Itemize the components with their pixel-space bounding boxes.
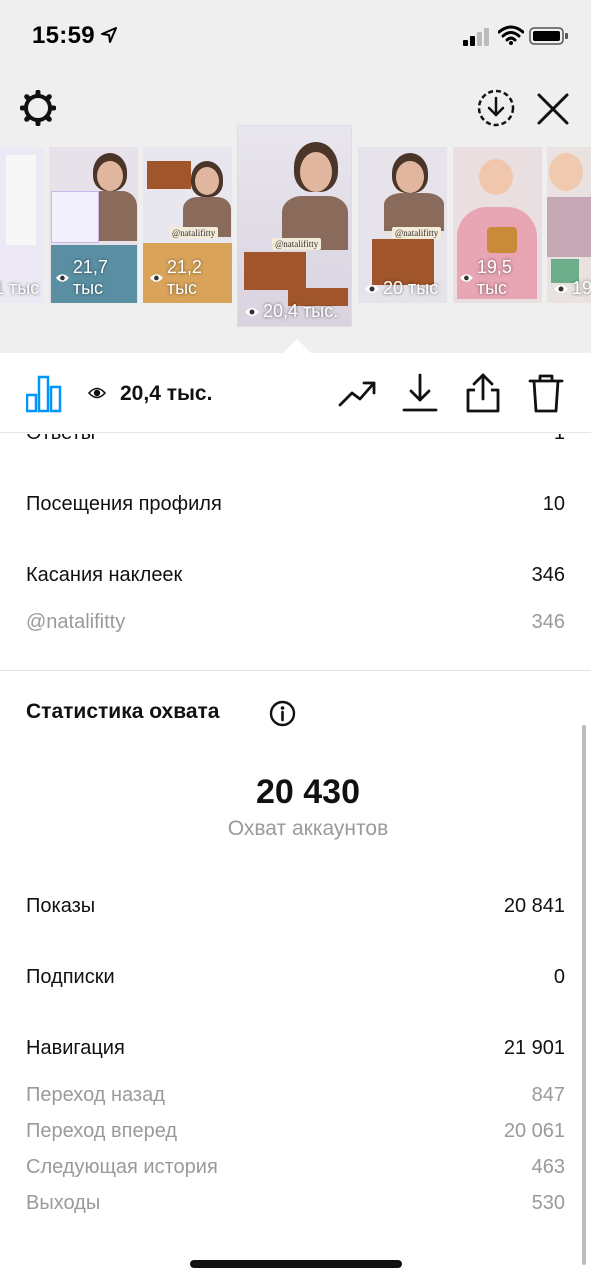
wifi-icon bbox=[498, 25, 524, 45]
next-story-label: Следующая история bbox=[26, 1156, 218, 1178]
home-indicator[interactable] bbox=[190, 1260, 402, 1268]
impressions-value: 20 841 bbox=[503, 895, 565, 917]
download-icon[interactable] bbox=[402, 373, 438, 413]
profile-visits-label: Посещения профиля bbox=[26, 493, 222, 515]
trend-icon[interactable] bbox=[338, 375, 378, 411]
story-thumbnail[interactable]: @natalifitty 21,2 тыс bbox=[143, 147, 232, 303]
info-icon[interactable] bbox=[269, 700, 296, 727]
status-time: 15:59 bbox=[32, 22, 95, 49]
impressions-label: Показы bbox=[26, 895, 96, 917]
story-thumbnail[interactable]: @natalifitty 20 тыс bbox=[358, 147, 447, 303]
accounts-reached-value: 20 430 bbox=[256, 773, 360, 811]
story-thumbnail[interactable]: 19,5 тыс bbox=[453, 147, 542, 303]
next-story-value: 463 bbox=[531, 1156, 565, 1178]
next-story-row: Следующая история 463 bbox=[26, 1156, 565, 1179]
mention-sticker: @natalifitty bbox=[272, 238, 322, 250]
scrollbar[interactable] bbox=[582, 725, 586, 1265]
sticker-taps-label: Касания наклеек bbox=[26, 564, 183, 586]
section-divider bbox=[0, 670, 591, 671]
mention-label: @natalifitty bbox=[26, 611, 126, 633]
sticker-taps-row: Касания наклеек 346 bbox=[26, 564, 565, 587]
replies-label: Ответы bbox=[26, 434, 95, 445]
story-views-label: 20 тыс bbox=[383, 278, 439, 298]
eye-icon bbox=[365, 284, 379, 293]
exits-row: Выходы 530 bbox=[26, 1192, 565, 1215]
download-circle-icon[interactable] bbox=[476, 88, 516, 128]
cellular-signal-icon bbox=[463, 28, 489, 46]
follows-value: 0 bbox=[553, 966, 565, 988]
battery-icon bbox=[529, 27, 568, 45]
trash-icon[interactable] bbox=[528, 373, 564, 413]
story-views-label: 19 bbox=[572, 278, 591, 298]
follows-label: Подписки bbox=[26, 966, 115, 988]
forward-label: Переход вперед bbox=[26, 1120, 178, 1142]
mention-sticker: @natalifitty bbox=[169, 227, 219, 239]
reach-section-title: Статистика охвата bbox=[26, 700, 220, 723]
story-views-label: 21,7 тыс bbox=[72, 257, 108, 298]
story-views-label: 19,5 тыс bbox=[476, 257, 512, 298]
navigation-label: Навигация bbox=[26, 1037, 125, 1059]
location-arrow-icon bbox=[101, 27, 117, 43]
story-views: 21,7 тыс bbox=[55, 257, 138, 299]
story-views: 19 bbox=[553, 278, 591, 299]
status-bar: 15:59 bbox=[0, 0, 591, 72]
forward-value: 20 061 bbox=[503, 1120, 565, 1142]
forward-row: Переход вперед 20 061 bbox=[26, 1120, 565, 1143]
story-views: 19,5 тыс bbox=[459, 257, 542, 299]
share-icon[interactable] bbox=[465, 373, 501, 413]
accounts-reached-label: Охват аккаунтов bbox=[227, 817, 389, 840]
gear-icon[interactable] bbox=[20, 90, 56, 126]
eye-icon bbox=[149, 274, 163, 282]
eye-icon bbox=[88, 387, 106, 399]
story-view-count: 20,4 тыс. bbox=[120, 382, 213, 405]
insights-icon[interactable] bbox=[26, 373, 62, 413]
impressions-row: Показы 20 841 bbox=[26, 895, 565, 918]
selected-story-pointer bbox=[282, 339, 312, 354]
replies-row-clip: Ответы 1 bbox=[0, 434, 591, 450]
follows-row: Подписки 0 bbox=[26, 966, 565, 989]
eye-icon bbox=[245, 307, 259, 316]
story-views: 1 тыс bbox=[0, 278, 39, 299]
close-icon[interactable] bbox=[536, 92, 570, 126]
eye-icon bbox=[554, 284, 568, 293]
replies-value: 1 bbox=[554, 434, 565, 445]
back-value: 847 bbox=[531, 1084, 565, 1106]
story-views: 21,2 тыс bbox=[149, 257, 232, 299]
back-row: Переход назад 847 bbox=[26, 1084, 565, 1107]
story-views-label: 20,4 тыс. bbox=[263, 301, 339, 321]
eye-icon bbox=[55, 274, 69, 282]
story-views-label: 1 тыс bbox=[0, 278, 40, 298]
mention-value: 346 bbox=[531, 611, 565, 633]
story-thumbnail[interactable]: 21,7 тыс bbox=[49, 147, 138, 303]
navigation-value: 21 901 bbox=[503, 1037, 565, 1059]
navigation-row: Навигация 21 901 bbox=[26, 1037, 565, 1060]
story-views: 20 тыс bbox=[364, 278, 438, 299]
story-thumbnail-active[interactable]: @natalifitty 20,4 тыс. bbox=[238, 126, 351, 326]
exits-value: 530 bbox=[531, 1192, 565, 1214]
exits-label: Выходы bbox=[26, 1192, 101, 1214]
mention-row[interactable]: @natalifitty 346 bbox=[26, 611, 565, 634]
story-views: 20,4 тыс. bbox=[244, 301, 338, 322]
story-views-label: 21,2 тыс bbox=[166, 257, 202, 298]
replies-row: Ответы 1 bbox=[26, 434, 565, 445]
story-thumbnail[interactable]: 19 bbox=[547, 147, 591, 303]
sticker-taps-value: 346 bbox=[531, 564, 565, 586]
profile-visits-value: 10 bbox=[542, 493, 565, 515]
story-thumbnail[interactable]: 1 тыс bbox=[0, 147, 44, 303]
eye-icon bbox=[459, 274, 473, 282]
profile-visits-row: Посещения профиля 10 bbox=[26, 493, 565, 516]
mention-sticker: @natalifitty bbox=[392, 227, 442, 239]
back-label: Переход назад bbox=[26, 1084, 165, 1106]
story-toolbar: 20,4 тыс. bbox=[0, 353, 591, 433]
